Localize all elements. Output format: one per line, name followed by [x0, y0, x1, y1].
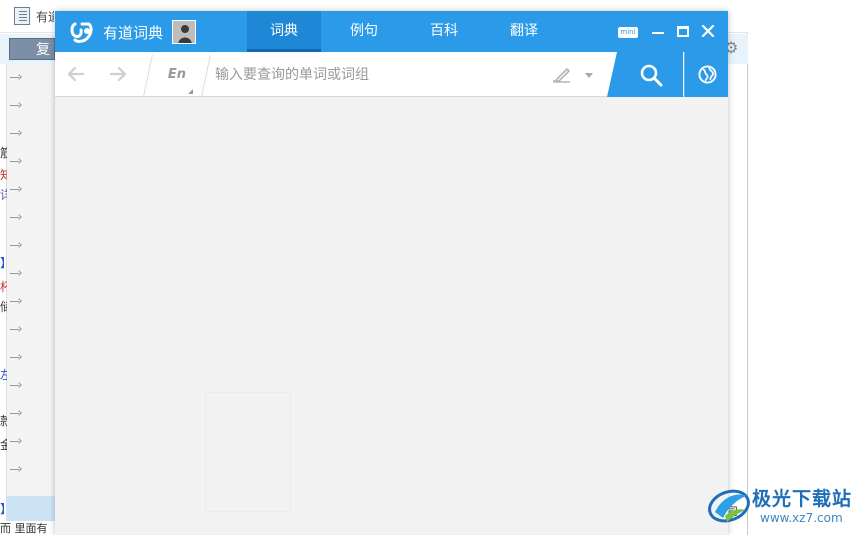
arrow-right-icon: [10, 130, 22, 138]
copy-button[interactable]: 复: [9, 38, 55, 60]
avatar[interactable]: [172, 20, 196, 44]
minimize-button[interactable]: [651, 25, 665, 39]
search-button[interactable]: [607, 52, 683, 97]
background-text-fragment: 知: [0, 168, 7, 182]
content-area: [55, 97, 728, 535]
tab-example-sentences[interactable]: 例句: [327, 11, 401, 52]
background-list: [6, 64, 55, 496]
web-translate-button[interactable]: [684, 52, 728, 97]
close-button[interactable]: [701, 24, 715, 38]
arrow-right-icon: [10, 102, 22, 110]
arrow-right-icon: [10, 214, 22, 222]
chevron-down-icon[interactable]: [585, 73, 593, 78]
separator: [200, 55, 211, 101]
search-bar: En: [55, 52, 728, 101]
app-title: 有道词典: [103, 24, 164, 42]
document-icon: [14, 7, 30, 25]
youdao-logo-icon: [70, 22, 93, 43]
arrow-right-icon: [10, 242, 22, 250]
globe-icon: [698, 65, 717, 84]
arrow-right-icon: [10, 298, 22, 306]
content-placeholder: [205, 392, 291, 512]
forward-arrow-icon[interactable]: [109, 66, 127, 82]
tab-translate[interactable]: 翻译: [487, 11, 561, 52]
watermark-url: www.xz7.com: [760, 511, 843, 525]
titlebar[interactable]: 有道词典 词典 例句 百科 翻译 mini: [55, 11, 728, 52]
watermark-title: 极光下载站: [752, 488, 853, 510]
background-text-fragment: 左: [0, 368, 7, 382]
arrow-right-icon: [10, 270, 22, 278]
search-input[interactable]: [215, 62, 535, 88]
maximize-button[interactable]: [677, 26, 689, 37]
background-selected-row[interactable]: [6, 496, 55, 521]
xz7-logo-icon: [708, 489, 750, 523]
arrow-right-icon: [10, 326, 22, 334]
separator: [142, 55, 153, 101]
background-text-fragment: 筋: [0, 146, 7, 160]
background-text-fragment: 储: [0, 300, 7, 314]
background-text-fragment: 详: [0, 188, 7, 202]
arrow-right-icon: [10, 74, 22, 82]
background-bottom-text: 而 里面有: [0, 522, 48, 535]
mini-mode-button[interactable]: mini: [618, 27, 638, 38]
arrow-right-icon: [10, 438, 22, 446]
avatar-figure-icon: [173, 21, 195, 43]
background-text-fragment: 杯: [0, 280, 7, 294]
search-icon: [640, 64, 663, 87]
arrow-right-icon: [10, 382, 22, 390]
back-arrow-icon[interactable]: [67, 66, 85, 82]
handwriting-pen-icon[interactable]: [552, 66, 572, 84]
background-window-title: 有道: [36, 10, 54, 24]
arrow-right-icon: [10, 466, 22, 474]
tab-encyclopedia[interactable]: 百科: [407, 11, 481, 52]
screen: 有道 复 ⚙ 筋 知 详 】 杯 储 左 款 金 】 而 里面有 司: [0, 0, 866, 535]
background-text-fragment: 金: [0, 438, 7, 452]
background-text-fragment: 】: [0, 254, 7, 271]
arrow-right-icon: [10, 158, 22, 166]
tab-dictionary[interactable]: 词典: [247, 11, 321, 52]
background-text-fragment: 款: [0, 414, 7, 428]
language-dropdown-corner-icon: [188, 89, 193, 94]
arrow-right-icon: [10, 186, 22, 194]
arrow-right-icon: [10, 354, 22, 362]
youdao-dictionary-window: 有道词典 词典 例句 百科 翻译 mini En 输入要查询的单词或词组: [55, 11, 728, 535]
arrow-right-icon: [10, 410, 22, 418]
